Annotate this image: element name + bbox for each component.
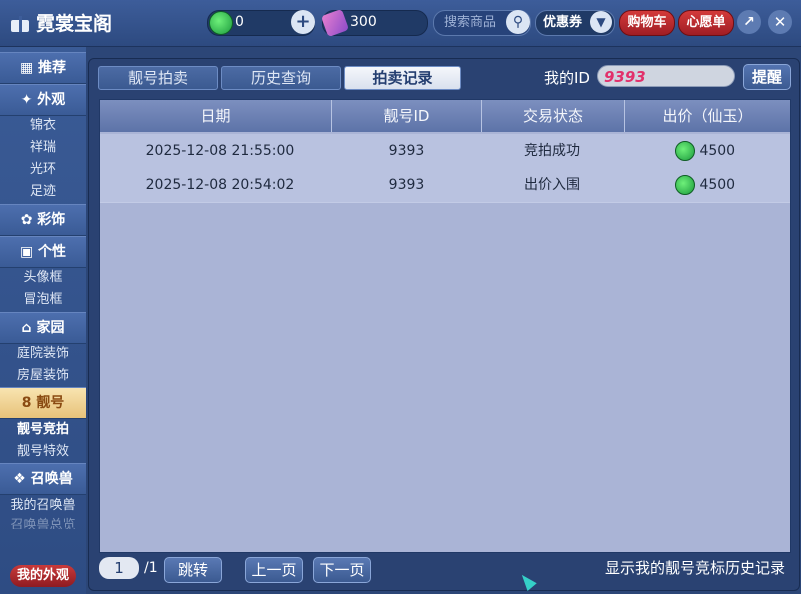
external-link-icon[interactable]: ↗ [737,10,761,34]
summon-beast-icon: ❖ [13,471,31,487]
app-title-text: 霓裳宝阁 [36,13,113,35]
jade-coin-icon [209,11,233,35]
sidebar-item-appearance[interactable]: ✦ 外观 [0,84,86,116]
sidebar-item-house-decor[interactable]: 房屋装饰 [0,365,86,387]
green-currency-value: 0 [235,14,244,30]
tab-history-query[interactable]: 历史查询 [221,66,341,90]
sidebar-item-bubble-frame[interactable]: 冒泡框 [0,289,86,311]
main-panel: 靓号拍卖 历史查询 拍卖记录 我的ID 9393 提醒 日期 靓号ID 交易状态… [88,58,800,591]
sidebar-item-halo[interactable]: 光环 [0,159,86,181]
coupon-label: 优惠券 [543,15,583,30]
sidebar-item-recommend[interactable]: ▦ 推荐 [0,52,86,84]
search-placeholder: 搜索商品 [444,15,497,30]
close-icon[interactable]: ✕ [768,10,792,34]
sidebar-item-home[interactable]: ⌂ 家园 [0,312,86,344]
house-icon: ⌂ [21,320,37,336]
jade-coin-icon [675,175,695,195]
sidebar-item-yard-decor[interactable]: 庭院装饰 [0,343,86,365]
table-row: 2025-12-08 21:55:00 9393 竞拍成功 4500 [100,134,790,168]
app-title: 霓裳宝阁 [10,9,112,36]
my-outfit-button[interactable]: 我的外观 [10,565,76,587]
sidebar-item-id-auction[interactable]: 靓号竞拍 [0,419,86,441]
sidebar-item-decoration[interactable]: ✿ 彩饰 [0,204,86,236]
jade-coin-icon [675,141,695,161]
jump-button[interactable]: 跳转 [164,557,222,583]
table-row: 2025-12-08 20:54:02 9393 出价入围 4500 [100,168,790,202]
column-header-price: 出价（仙玉） [662,107,753,125]
tab-auction-records[interactable]: 拍卖记录 [344,66,461,90]
page-total: /1 [144,560,158,576]
cell-id: 9393 [388,143,425,159]
sidebar-item-jinyi[interactable]: 锦衣 [0,115,86,137]
ticket-icon [320,8,350,38]
sidebar-item-summon[interactable]: ❖ 召唤兽 [0,463,86,495]
sidebar-item-my-summon[interactable]: 我的召唤兽 [0,495,86,517]
cell-status: 竞拍成功 [524,143,580,159]
ticket-currency-display: 300 [320,8,428,38]
remind-button[interactable]: 提醒 [743,64,791,90]
sidebar-item-summon-overview[interactable]: 召唤兽总览 [0,517,86,529]
sidebar-item-xiangrui[interactable]: 祥瑞 [0,137,86,159]
footer-note: 显示我的靓号竞标历史记录 [604,559,785,577]
cell-price: 4500 [675,134,775,168]
frame-icon: ▣ [19,244,39,260]
cell-id: 9393 [388,177,425,193]
column-header-date: 日期 [100,100,332,132]
ticket-currency-value: 300 [350,14,377,30]
sidebar-item-avatar-frame[interactable]: 头像框 [0,267,86,289]
add-currency-button[interactable]: + [291,10,315,34]
chevron-down-icon: ▼ [590,11,612,33]
coupon-dropdown[interactable]: 优惠券 ▼ [535,10,615,36]
row-divider [100,202,790,203]
tab-id-auction[interactable]: 靓号拍卖 [98,66,218,90]
number-eight-icon: 8 [21,395,37,411]
cart-button[interactable]: 购物车 [619,10,675,36]
sidebar-item-fancy-id[interactable]: 8 靓号 [0,387,86,419]
search-icon[interactable]: ⚲ [506,10,530,34]
column-header-status: 交易状态 [482,100,625,132]
table-header: 日期 靓号ID 交易状态 出价（仙玉） [100,100,790,132]
column-header-id: 靓号ID [332,100,482,132]
grid-icon: ▦ [19,60,39,76]
prev-page-button[interactable]: 上一页 [245,557,303,583]
sidebar-item-personal[interactable]: ▣ 个性 [0,236,86,268]
wishlist-button[interactable]: 心愿单 [678,10,734,36]
cell-date: 2025-12-08 21:55:00 [145,143,295,159]
sidebar-item-id-effect[interactable]: 靓号特效 [0,441,86,463]
my-id-label: 我的ID [544,69,590,87]
sidebar-item-footprint[interactable]: 足迹 [0,181,86,203]
cell-status: 出价入围 [524,177,580,193]
my-id-value: 9393 [597,65,735,87]
page-number-input[interactable]: 1 [99,557,139,579]
records-table: 日期 靓号ID 交易状态 出价（仙玉） 2025-12-08 21:55:00 … [99,99,791,553]
cell-price: 4500 [675,168,775,202]
cell-date: 2025-12-08 20:54:02 [145,177,295,193]
figure-icon: ✦ [20,92,38,108]
top-bar: 霓裳宝阁 0 + 300 搜索商品 ⚲ 优惠券 ▼ 购物车 心愿单 ↗ ✕ [0,0,801,47]
gift-icon [10,14,30,32]
sidebar: ▦ 推荐 ✦ 外观 锦衣 祥瑞 光环 足迹 ✿ 彩饰 ▣ 个性 头像框 冒泡框 … [0,47,86,594]
next-page-button[interactable]: 下一页 [313,557,371,583]
flower-icon: ✿ [20,212,38,228]
